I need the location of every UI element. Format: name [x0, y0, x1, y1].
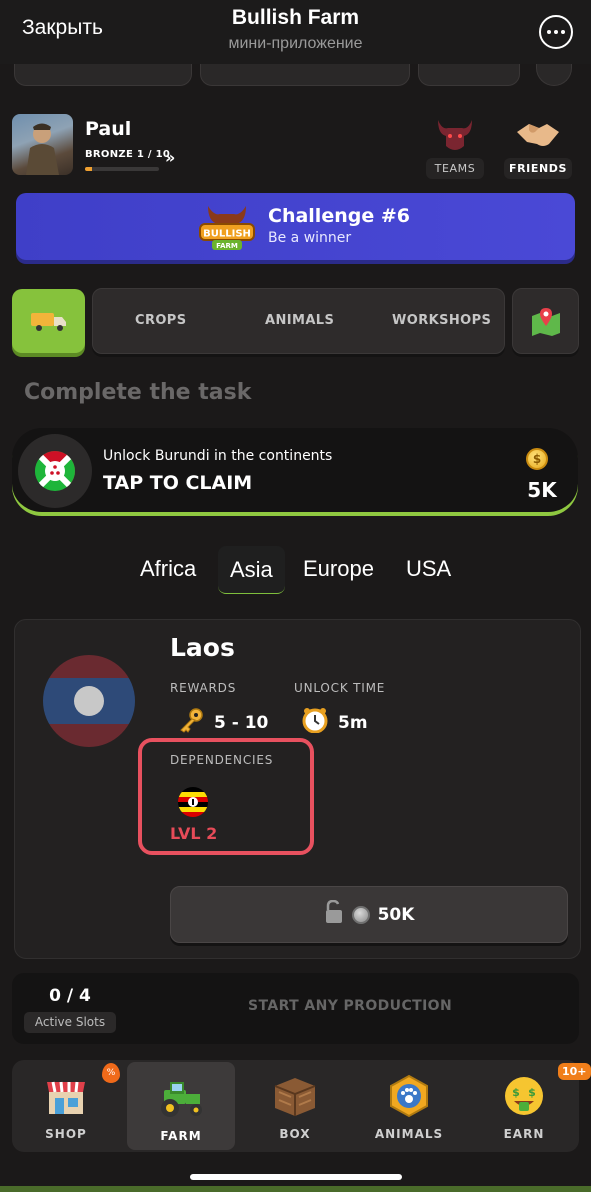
- tab-crops[interactable]: CROPS: [135, 313, 187, 328]
- tractor-icon: [127, 1074, 235, 1122]
- player-name: Paul: [85, 118, 132, 140]
- dependency-level: LVL 2: [170, 824, 218, 843]
- uganda-flag-icon[interactable]: [177, 786, 209, 822]
- nav-box[interactable]: BOX: [241, 1060, 349, 1152]
- tab-animals[interactable]: ANIMALS: [265, 313, 334, 328]
- active-slots-count: 0 / 4: [49, 986, 91, 1006]
- nav-animals-label: ANIMALS: [374, 1127, 444, 1141]
- unlock-button[interactable]: 50K: [170, 886, 568, 943]
- coin-icon: $: [526, 448, 548, 470]
- more-icon[interactable]: [539, 15, 573, 49]
- truck-icon: [30, 313, 66, 331]
- rank-label: BRONZE 1 / 10: [85, 149, 171, 160]
- unlock-time: 5m: [338, 712, 368, 733]
- tab-africa[interactable]: Africa: [140, 556, 196, 582]
- tab-workshops[interactable]: WORKSHOPS: [392, 313, 491, 328]
- nav-box-label: BOX: [279, 1127, 311, 1141]
- teams-label: TEAMS: [426, 158, 484, 179]
- nav-farm-label: FARM: [160, 1129, 202, 1143]
- teams-button[interactable]: TEAMS: [426, 114, 484, 179]
- app-subtitle: мини-приложение: [228, 35, 363, 52]
- region-tabs: Africa Asia Europe USA: [0, 546, 591, 594]
- unlock-time-label: UNLOCK TIME: [294, 681, 386, 695]
- svg-text:$: $: [512, 1086, 520, 1099]
- svg-text:FARM: FARM: [216, 242, 238, 250]
- task-reward: 5K: [527, 478, 557, 502]
- top-bar: Закрыть Bullish Farm мини-приложение: [0, 0, 591, 64]
- challenge-banner[interactable]: BULLISH FARM Challenge #6 Be a winner: [16, 193, 575, 260]
- laos-flag-icon: [43, 655, 135, 747]
- hidden-panel: [14, 64, 192, 86]
- friends-button[interactable]: FRIENDS: [504, 114, 572, 179]
- bullish-farm-logo: BULLISH FARM: [196, 197, 258, 255]
- rank-progress-bar: [85, 167, 159, 171]
- dependencies-label: DEPENDENCIES: [170, 753, 274, 767]
- section-title: Complete the task: [24, 380, 252, 405]
- nav-earn-label: EARN: [503, 1127, 545, 1141]
- friends-label: FRIENDS: [504, 158, 572, 179]
- bottom-strip: [0, 1186, 591, 1192]
- bull-icon: [426, 114, 484, 154]
- start-production-button[interactable]: START ANY PRODUCTION: [248, 998, 452, 1014]
- rewards-label: REWARDS: [170, 681, 237, 695]
- key-icon: [178, 707, 204, 738]
- tab-europe[interactable]: Europe: [303, 556, 374, 582]
- svg-text:$: $: [528, 1086, 536, 1099]
- tap-to-claim[interactable]: TAP TO CLAIM: [103, 472, 252, 494]
- challenge-subtitle: Be a winner: [268, 230, 352, 246]
- active-slots-label: Active Slots: [24, 1012, 116, 1033]
- rewards-range: 5 - 10: [214, 712, 269, 733]
- burundi-flag-icon: [18, 434, 92, 508]
- tab-usa[interactable]: USA: [406, 556, 451, 582]
- clock-icon: [302, 707, 328, 738]
- chevron-right-icon[interactable]: »: [165, 148, 175, 167]
- task-card[interactable]: Unlock Burundi in the continents TAP TO …: [12, 428, 578, 514]
- nav-shop-label: SHOP: [45, 1127, 87, 1141]
- delivery-truck-button[interactable]: [12, 289, 85, 353]
- nav-animals[interactable]: ANIMALS: [355, 1060, 463, 1152]
- svg-text:BULLISH: BULLISH: [203, 229, 251, 240]
- country-name: Laos: [170, 633, 235, 662]
- unlock-cost: 50K: [377, 904, 415, 925]
- challenge-title: Challenge #6: [268, 205, 410, 227]
- avatar[interactable]: [12, 114, 73, 175]
- hidden-panel: [536, 64, 572, 86]
- silver-coin-icon: [351, 905, 370, 924]
- unlock-time-value: 5m: [302, 707, 368, 738]
- handshake-icon: [504, 114, 572, 154]
- app-title: Bullish Farm: [231, 6, 360, 29]
- paw-badge-icon: [355, 1072, 463, 1120]
- home-indicator[interactable]: [190, 1174, 402, 1180]
- map-button[interactable]: [512, 288, 579, 354]
- task-description: Unlock Burundi in the continents: [103, 448, 333, 464]
- shop-discount-badge: %: [102, 1063, 120, 1083]
- crate-icon: [241, 1072, 349, 1120]
- earn-count-badge: 10+: [558, 1063, 591, 1080]
- unlock-lock-icon: [324, 899, 344, 929]
- hidden-panel: [418, 64, 520, 86]
- rewards-value: 5 - 10: [178, 707, 268, 738]
- category-tabs: CROPS ANIMALS WORKSHOPS: [92, 288, 505, 354]
- nav-farm[interactable]: FARM: [127, 1062, 235, 1150]
- tab-asia[interactable]: Asia: [218, 546, 285, 594]
- hidden-panel: [200, 64, 410, 86]
- map-icon: [531, 308, 560, 336]
